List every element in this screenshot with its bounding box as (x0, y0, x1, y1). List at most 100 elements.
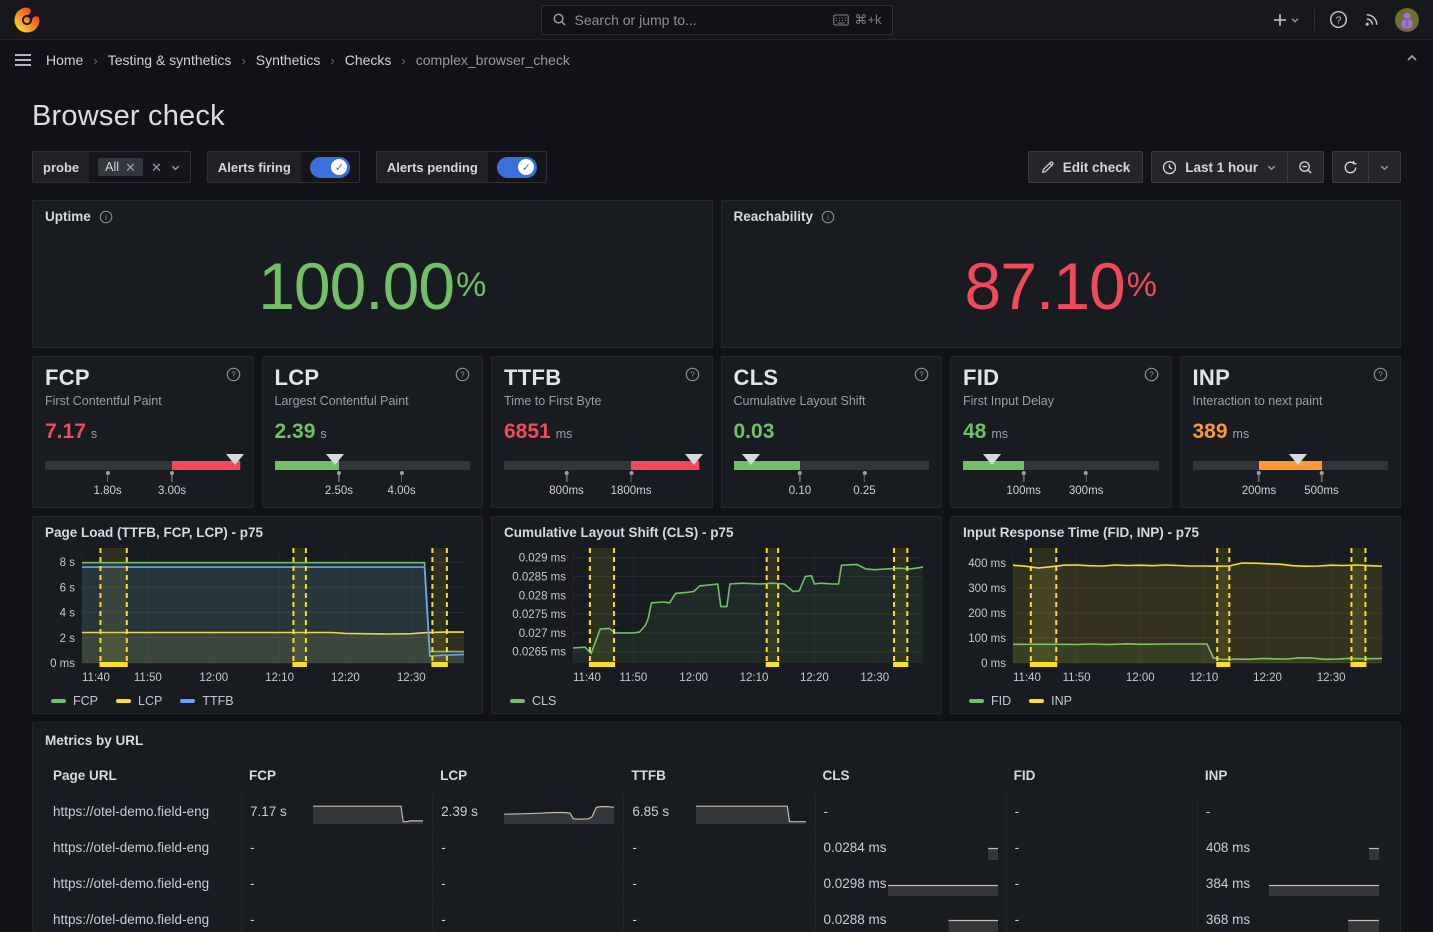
gauge-marker (685, 454, 703, 465)
legend-item-fcp[interactable]: FCP (51, 694, 98, 708)
vital-gauge: 200ms500ms (1193, 454, 1389, 506)
gauge-tick: 100ms (1006, 471, 1041, 497)
annotation-marker-bar[interactable] (1216, 662, 1230, 667)
help-icon[interactable]: ? (1373, 367, 1388, 382)
annotation-marker-bar[interactable] (1350, 662, 1366, 667)
breadcrumb-item[interactable]: complex_browser_check (416, 52, 570, 68)
vital-gauge: 100ms300ms (963, 454, 1159, 506)
legend-item-inp[interactable]: INP (1029, 694, 1072, 708)
vital-value-row: 389ms (1193, 420, 1389, 444)
svg-text:i: i (105, 212, 107, 221)
info-icon[interactable]: i (99, 210, 113, 224)
column-header-fcp[interactable]: FCP (241, 758, 432, 794)
annotation-marker-bar[interactable] (99, 662, 127, 667)
svg-text:?: ? (919, 371, 924, 380)
chart-canvas[interactable]: 0.0265 ms0.027 ms0.0275 ms0.028 ms0.0285… (504, 544, 929, 687)
cell-value: - (1015, 840, 1020, 855)
column-header-ttfb[interactable]: TTFB (623, 758, 814, 794)
annotation-marker-bar[interactable] (893, 662, 908, 667)
search-input[interactable]: Search or jump to... ⌘+k (541, 5, 893, 35)
refresh-button[interactable] (1333, 152, 1368, 182)
breadcrumb-item[interactable]: Synthetics (256, 52, 321, 68)
time-range-button[interactable]: Last 1 hour (1152, 152, 1287, 182)
help-icon[interactable]: ? (1144, 367, 1159, 382)
cell-value: 7.17 s (250, 804, 287, 819)
column-header-cls[interactable]: CLS (815, 758, 1006, 794)
info-icon[interactable]: i (821, 210, 835, 224)
panel-title[interactable]: Uptime (45, 209, 91, 224)
cell-value: - (250, 912, 255, 927)
broadcast-icon (1362, 10, 1381, 29)
column-header-lcp[interactable]: LCP (432, 758, 623, 794)
legend-item-lcp[interactable]: LCP (116, 694, 162, 708)
cell-fcp: 7.17 s (241, 794, 432, 830)
help-icon[interactable]: ? (226, 367, 241, 382)
breadcrumb-bar: Home›Testing & synthetics›Synthetics›Che… (0, 40, 1433, 80)
legend-item-cls[interactable]: CLS (510, 694, 556, 708)
vital-panel-ttfb: TTFB?Time to First Byte6851ms800ms1800ms (491, 356, 713, 508)
breadcrumb-item[interactable]: Testing & synthetics (108, 52, 232, 68)
gauge-tick-label: 1.80s (93, 485, 121, 497)
chart-canvas[interactable]: 0 ms100 ms200 ms300 ms400 ms11:4011:5012… (963, 544, 1388, 687)
annotation-marker-bar[interactable] (292, 662, 307, 667)
kiosk-mode-button[interactable] (1405, 51, 1419, 70)
series-area-ttfb (82, 567, 464, 663)
y-axis-label: 100 ms (968, 633, 1006, 645)
add-new-button[interactable] (1273, 13, 1300, 27)
vital-unit: ms (991, 427, 1008, 441)
cell-lcp: - (432, 830, 623, 866)
alerts-pending-toggle[interactable]: ✓ (497, 157, 537, 178)
chart-title[interactable]: Page Load (TTFB, FCP, LCP) - p75 (45, 525, 470, 540)
cell-value: - (632, 876, 637, 891)
help-icon[interactable]: ? (685, 367, 700, 382)
metrics-by-url-panel: Metrics by URL Page URLFCPLCPTTFBCLSFIDI… (32, 722, 1401, 932)
annotation-marker-bar[interactable] (589, 662, 615, 667)
x-axis-label: 12:10 (740, 672, 769, 684)
chart-title[interactable]: Input Response Time (FID, INP) - p75 (963, 525, 1388, 540)
vital-header: LCP? (275, 365, 471, 391)
menu-toggle-icon[interactable] (14, 53, 32, 67)
help-button[interactable]: ? (1329, 10, 1348, 29)
breadcrumb-item[interactable]: Checks (345, 52, 392, 68)
vital-header: TTFB? (504, 365, 700, 391)
legend-item-fid[interactable]: FID (969, 694, 1011, 708)
keyboard-icon (833, 14, 849, 26)
vital-title: FCP (45, 365, 90, 391)
probe-value-chip[interactable]: All ✕ (98, 158, 143, 176)
breadcrumb-separator: › (401, 53, 405, 68)
cell-inp: - (1197, 794, 1388, 830)
chart-title[interactable]: Cumulative Layout Shift (CLS) - p75 (504, 525, 929, 540)
news-button[interactable] (1362, 10, 1381, 29)
zoom-out-button[interactable] (1288, 152, 1323, 182)
annotation-marker-bar[interactable] (1030, 662, 1057, 667)
table-row: https://otel-demo.field-eng---0.0298 ms-… (45, 866, 1388, 902)
cell-sparkline (1268, 871, 1380, 897)
search-icon (552, 12, 567, 27)
annotation-marker-bar[interactable] (431, 662, 447, 667)
chip-remove-icon[interactable]: ✕ (125, 161, 136, 174)
cell-fcp: - (241, 902, 432, 932)
column-header-inp[interactable]: INP (1197, 758, 1388, 794)
panel-title[interactable]: Reachability (734, 209, 814, 224)
edit-check-button[interactable]: Edit check (1028, 151, 1144, 183)
chart-canvas[interactable]: 0 ms2 s4 s6 s8 s11:4011:5012:0012:1012:2… (45, 544, 470, 687)
grafana-logo-icon[interactable] (14, 7, 40, 33)
refresh-interval-button[interactable] (1369, 152, 1400, 182)
breadcrumb-item[interactable]: Home (46, 52, 83, 68)
alerts-firing-toggle[interactable]: ✓ (310, 157, 350, 178)
legend-color-dash (116, 699, 131, 703)
cell-ttfb: - (623, 866, 814, 902)
column-header-fid[interactable]: FID (1006, 758, 1197, 794)
annotation-marker-bar[interactable] (766, 662, 779, 667)
legend-color-dash (510, 699, 525, 703)
help-icon[interactable]: ? (455, 367, 470, 382)
keyboard-shortcut: ⌘+k (833, 12, 881, 28)
svg-text:?: ? (1378, 371, 1383, 380)
help-icon[interactable]: ? (914, 367, 929, 382)
user-avatar[interactable] (1395, 8, 1419, 32)
legend-item-ttfb[interactable]: TTFB (180, 694, 233, 708)
chevron-down-icon[interactable] (170, 162, 181, 173)
column-header-page-url[interactable]: Page URL (45, 758, 241, 794)
panel-title[interactable]: Metrics by URL (45, 731, 1388, 748)
clear-filter-icon[interactable]: ✕ (151, 161, 162, 174)
